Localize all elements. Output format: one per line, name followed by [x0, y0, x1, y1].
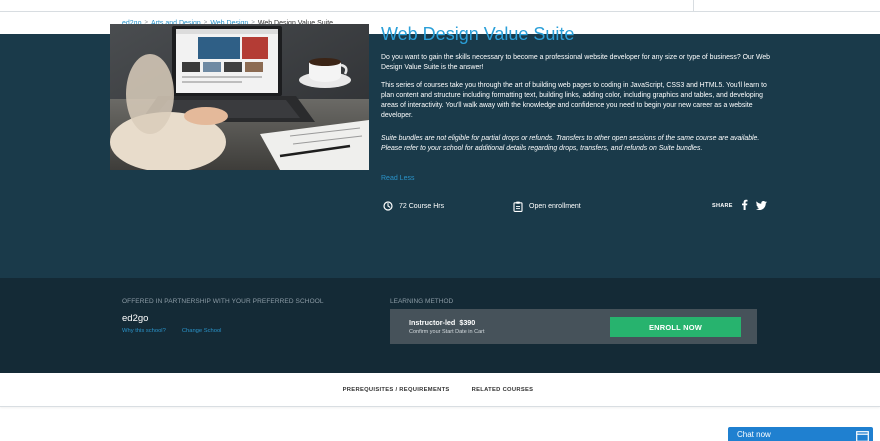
- page: ed2go > Arts and Design > Web Design > W…: [0, 0, 880, 441]
- course-hours: 72 Course Hrs: [383, 199, 444, 213]
- change-school-link[interactable]: Change School: [182, 328, 222, 334]
- why-this-school-link[interactable]: Why this school?: [122, 328, 166, 334]
- course-description-intro: Do you want to gain the skills necessary…: [381, 54, 771, 71]
- partnership-label: OFFERED IN PARTNERSHIP WITH YOUR PREFERR…: [122, 298, 324, 305]
- school-links: Why this school? Change School: [122, 328, 221, 334]
- header-divider: [693, 0, 694, 11]
- chat-now-label: Chat now: [737, 430, 771, 439]
- course-description-body: This series of courses take you through …: [381, 82, 767, 119]
- share-label: SHARE: [712, 203, 733, 209]
- clipboard-icon: [513, 201, 523, 212]
- enrollment-type: Open enrollment: [513, 199, 581, 213]
- read-less-link[interactable]: Read Less: [381, 175, 414, 182]
- enroll-now-button[interactable]: ENROLL NOW: [610, 317, 741, 337]
- method-title-price: Instructor-led $390: [409, 318, 476, 327]
- tab-prerequisites[interactable]: PREREQUISITES / REQUIREMENTS: [343, 387, 450, 393]
- course-tabs: PREREQUISITES / REQUIREMENTS RELATED COU…: [0, 373, 880, 407]
- top-header-strip: [0, 0, 880, 12]
- twitter-icon[interactable]: [755, 197, 767, 215]
- enrollment-text: Open enrollment: [529, 202, 581, 210]
- clock-icon: [383, 201, 393, 211]
- facebook-icon[interactable]: [741, 197, 748, 215]
- school-name: ed2go: [122, 313, 149, 324]
- course-image: [110, 24, 369, 170]
- chat-window-icon: [856, 429, 869, 441]
- course-title: Web Design Value Suite: [381, 24, 575, 44]
- suite-bundle-note: Suite bundles are not eligible for parti…: [381, 135, 760, 152]
- learning-method-label: LEARNING METHOD: [390, 298, 454, 305]
- share-bar: SHARE: [712, 199, 767, 213]
- course-hours-text: 72 Course Hrs: [399, 202, 445, 210]
- chat-now-widget[interactable]: Chat now: [728, 427, 873, 441]
- learning-method-card: Instructor-led $390 Confirm your Start D…: [390, 309, 757, 344]
- method-subtitle: Confirm your Start Date in Cart: [409, 329, 485, 335]
- tab-related-courses[interactable]: RELATED COURSES: [472, 387, 534, 393]
- course-photo: [110, 24, 369, 170]
